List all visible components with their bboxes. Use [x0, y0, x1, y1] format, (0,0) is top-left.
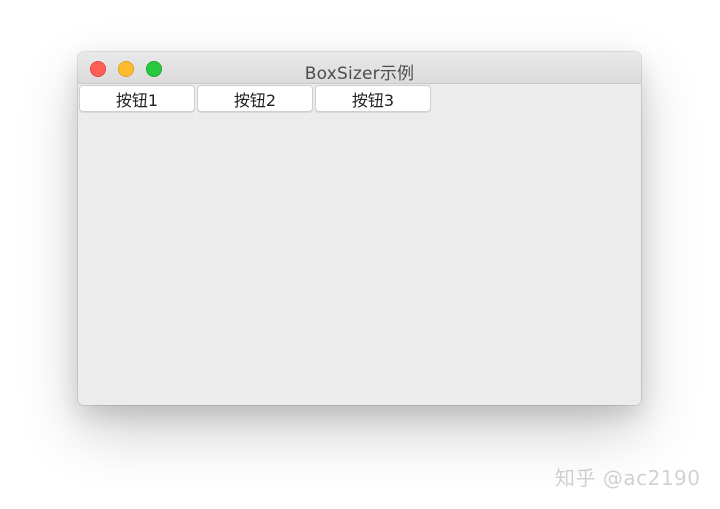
app-window: BoxSizer示例 按钮1 按钮2 按钮3	[78, 52, 641, 405]
button-2[interactable]: 按钮2	[197, 85, 313, 112]
watermark: 知乎 @ac2190	[555, 466, 701, 490]
window-title: BoxSizer示例	[304, 64, 415, 84]
window-content: 按钮1 按钮2 按钮3	[78, 84, 641, 405]
button-1[interactable]: 按钮1	[79, 85, 195, 112]
button-3[interactable]: 按钮3	[315, 85, 431, 112]
title-bar[interactable]: BoxSizer示例	[78, 52, 641, 84]
